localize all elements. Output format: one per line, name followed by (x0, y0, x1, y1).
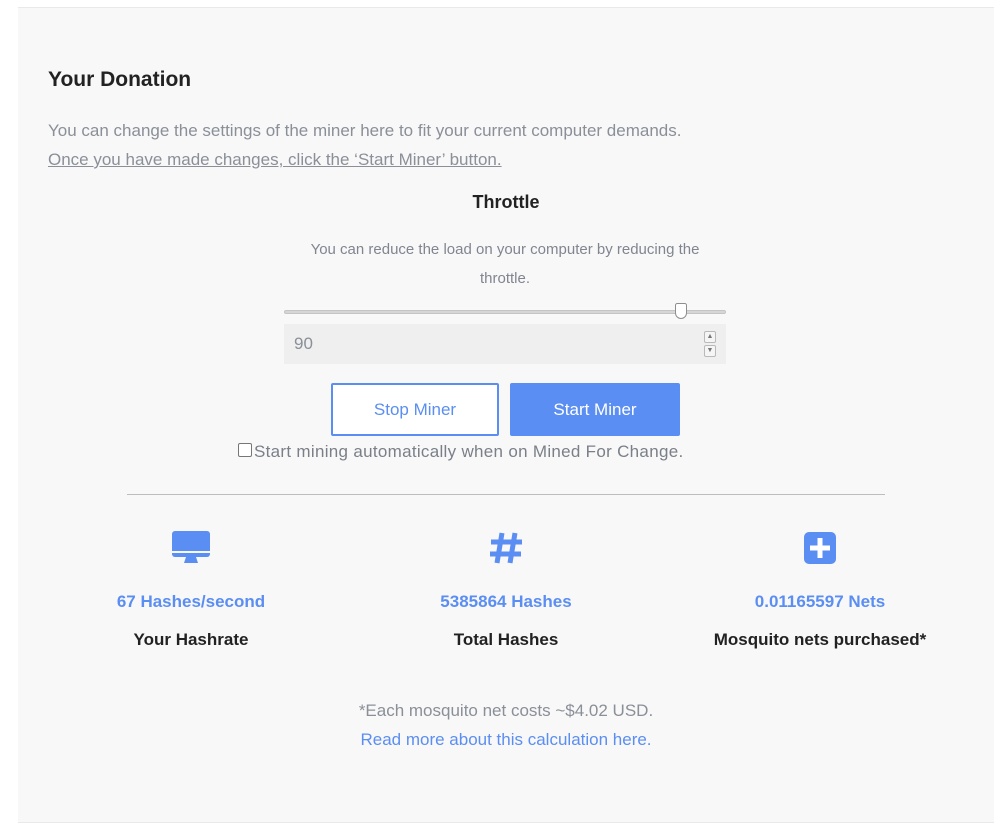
divider (127, 494, 885, 495)
spinner-down-icon[interactable]: ▼ (704, 345, 716, 357)
throttle-input[interactable]: 90 ▲ ▼ (284, 324, 726, 364)
instruction-link[interactable]: Once you have made changes, click the ‘S… (48, 145, 681, 174)
throttle-description: You can reduce the load on your computer… (310, 241, 700, 287)
plus-square-icon (660, 528, 980, 568)
auto-mine-option[interactable]: Start mining automatically when on Mined… (238, 442, 683, 462)
stat-total-hashes: 5385864 Hashes Total Hashes (346, 528, 666, 650)
donation-panel: Your Donation You can change the setting… (18, 7, 994, 823)
total-hashes-label: Total Hashes (453, 630, 559, 649)
hash-icon (346, 528, 666, 568)
nets-value: 0.01165597 Nets (754, 592, 886, 611)
throttle-title: Throttle (472, 192, 540, 212)
auto-mine-label: Start mining automatically when on Mined… (254, 442, 684, 461)
donation-description: You can change the settings of the miner… (48, 121, 682, 140)
throttle-input-value: 90 (294, 334, 313, 353)
start-miner-button[interactable]: Start Miner (510, 383, 680, 436)
stat-hashrate: 67 Hashes/second Your Hashrate (31, 528, 351, 650)
footnote: *Each mosquito net costs ~$4.02 USD. Rea… (18, 696, 994, 754)
spinner-up-icon[interactable]: ▲ (704, 331, 716, 343)
throttle-slider[interactable] (284, 303, 726, 319)
throttle-spinner[interactable]: ▲ ▼ (704, 331, 716, 357)
donation-title: Your Donation (48, 68, 192, 91)
calculation-link[interactable]: Read more about this calculation here. (18, 725, 994, 754)
hashrate-label: Your Hashrate (133, 630, 249, 649)
stat-nets: 0.01165597 Nets Mosquito nets purchased* (660, 528, 980, 650)
hashrate-value: 67 Hashes/second (116, 592, 266, 611)
throttle-slider-thumb[interactable] (675, 303, 687, 319)
nets-label: Mosquito nets purchased* (713, 630, 927, 649)
auto-mine-checkbox[interactable] (238, 443, 252, 457)
stop-miner-button[interactable]: Stop Miner (331, 383, 499, 436)
donation-description-block: You can change the settings of the miner… (48, 116, 681, 174)
footnote-text: *Each mosquito net costs ~$4.02 USD. (358, 701, 654, 720)
monitor-icon (31, 528, 351, 568)
total-hashes-value: 5385864 Hashes (440, 592, 572, 611)
